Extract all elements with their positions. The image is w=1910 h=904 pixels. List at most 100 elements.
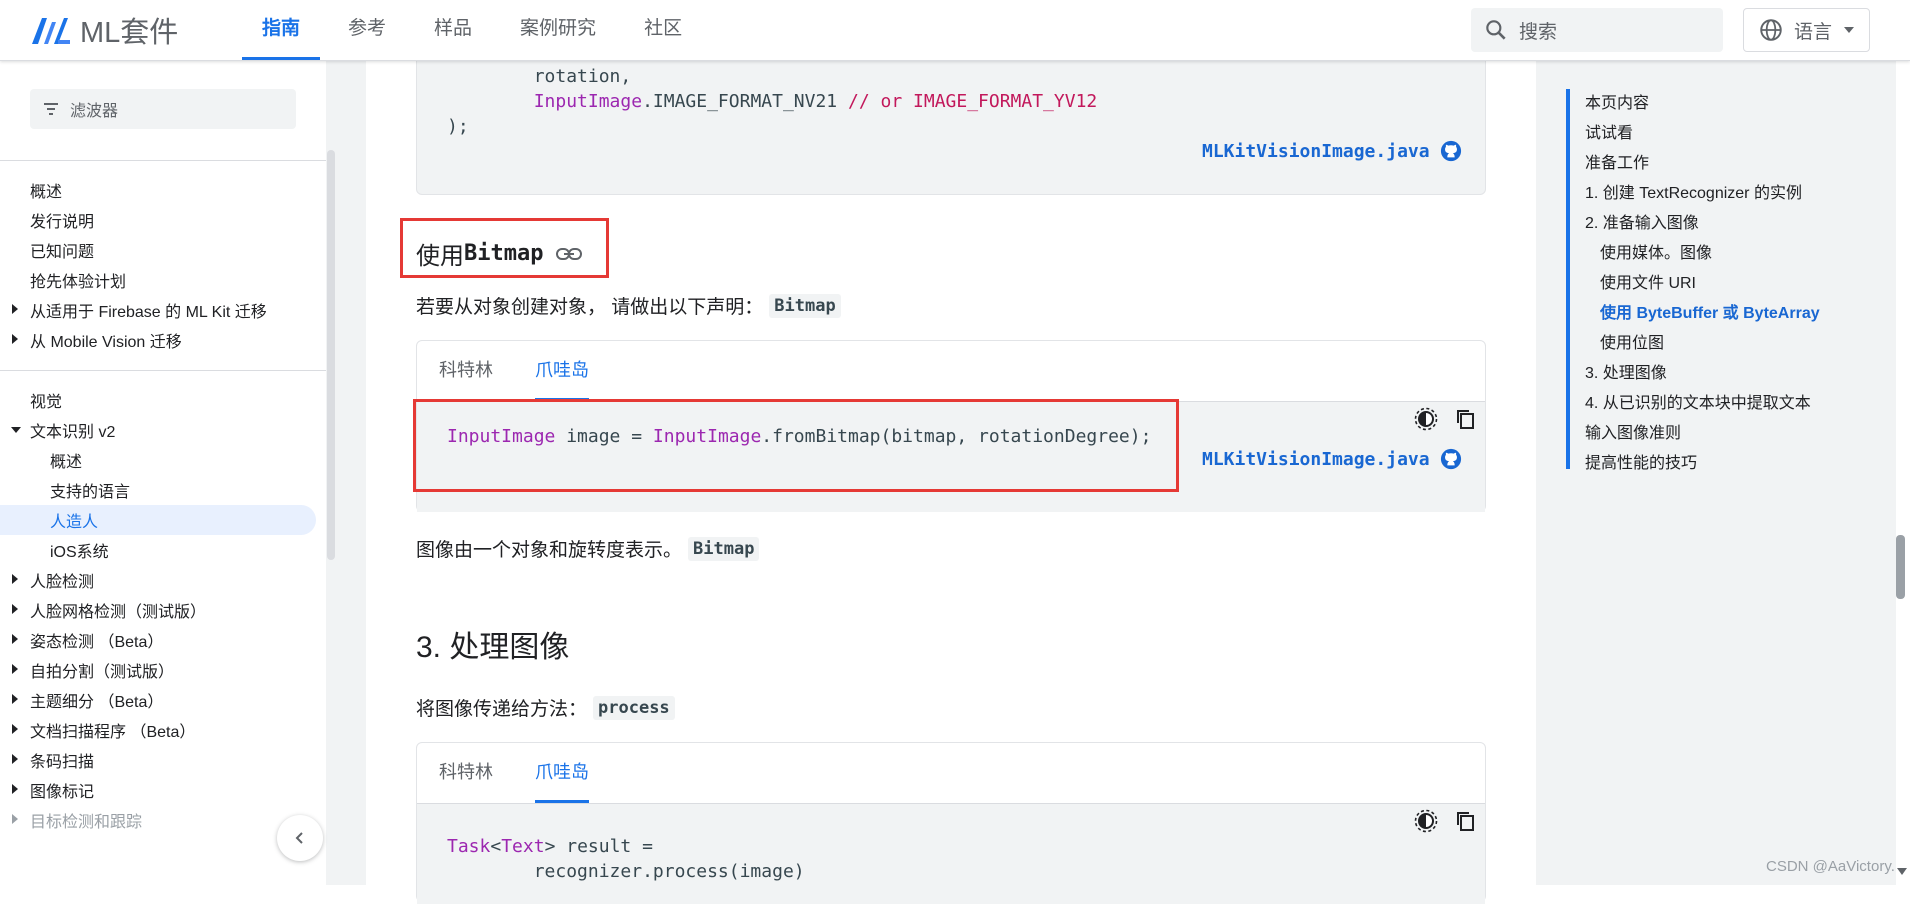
tab-java[interactable]: 爪哇岛 [535, 341, 589, 401]
page-scrollbar-thumb[interactable] [1896, 535, 1905, 599]
code-snippet: Task<Text> result = recognizer.process(i… [447, 834, 805, 884]
toc-item-prepare-input[interactable]: 2. 准备输入图像 [1585, 209, 1699, 233]
source-link[interactable]: MLKitVisionImage.java [1202, 140, 1462, 162]
sidebar-item-barcode-scanning[interactable]: 条码扫描 [0, 745, 316, 775]
theme-toggle-button[interactable] [1413, 406, 1439, 432]
theme-toggle-button[interactable] [1413, 808, 1439, 834]
code-body: Task<Text> result = recognizer.process(i… [417, 804, 1485, 904]
sidebar-item-label: 文档扫描程序 （Beta） [30, 724, 196, 741]
code-token-keyword: Task [447, 836, 491, 857]
nav-samples[interactable]: 样品 [414, 0, 492, 60]
expand-arrow-icon [12, 304, 18, 314]
toc-item-input-guidelines[interactable]: 输入图像准则 [1585, 419, 1681, 443]
sidebar-item-tr-overview[interactable]: 概述 [0, 445, 316, 475]
toc-item-create-recognizer[interactable]: 1. 创建 TextRecognizer 的实例 [1585, 179, 1802, 203]
sidebar-item-face-detection[interactable]: 人脸检测 [0, 565, 316, 595]
tab-java[interactable]: 爪哇岛 [535, 743, 589, 803]
section-heading-process-image: 3. 处理图像 [416, 631, 570, 664]
toc-item-extract-text[interactable]: 4. 从已识别的文本块中提取文本 [1585, 389, 1811, 413]
language-tabs: 科特林 爪哇岛 [417, 743, 1485, 803]
sidebar-item-label: 主题细分 （Beta） [30, 694, 164, 711]
code-token-comment: // or [847, 91, 914, 112]
sidebar-item-label: 目标检测和跟踪 [30, 814, 143, 831]
toc-item-performance-tips[interactable]: 提高性能的技巧 [1585, 449, 1697, 473]
sidebar-item-label: 从适用于 Firebase 的 ML Kit 迁移 [30, 304, 267, 321]
language-selector[interactable]: 语言 [1743, 8, 1870, 52]
sidebar-item-selfie-segmentation[interactable]: 自拍分割（测试版） [0, 655, 316, 685]
paragraph-text: 图像由一个对象和旋转度表示。 [416, 540, 683, 561]
paragraph-text: 将图像传递给方法： [416, 699, 588, 720]
code-token: > result = [544, 836, 653, 857]
dark-mode-icon [1414, 407, 1438, 431]
toc-item-process-image[interactable]: 3. 处理图像 [1585, 359, 1667, 383]
sidebar-item-tr-languages[interactable]: 支持的语言 [0, 475, 316, 505]
sidebar-item-known-issues[interactable]: 已知问题 [0, 235, 316, 265]
top-nav: 指南 参考 样品 案例研究 社区 [242, 0, 710, 60]
sidebar-item-label: 概述 [50, 454, 83, 471]
sidebar-item-label: 条码扫描 [30, 754, 95, 771]
filter-input[interactable]: 滤波器 [30, 89, 296, 129]
sidebar-item-object-detection[interactable]: 目标检测和跟踪 [0, 805, 316, 835]
ml-kit-logo-icon [32, 18, 70, 44]
toc-item-before-you-begin[interactable]: 准备工作 [1585, 149, 1649, 173]
sidebar-scrollbar-thumb[interactable] [327, 150, 335, 560]
copy-icon [1457, 410, 1474, 429]
nav-guides[interactable]: 指南 [242, 0, 321, 60]
sidebar-section-vision: 视觉 [0, 385, 316, 415]
code-block-media-image: rotation, InputImage.IMAGE_FORMAT_NV21 /… [416, 40, 1486, 195]
copy-code-button[interactable] [1453, 406, 1479, 432]
sidebar-item-label: 已知问题 [30, 244, 95, 261]
source-link[interactable]: MLKitVisionImage.java [1202, 448, 1462, 470]
expand-arrow-icon [12, 334, 18, 344]
search-icon [1486, 20, 1506, 40]
sidebar-item-subject-segmentation[interactable]: 主题细分 （Beta） [0, 685, 316, 715]
copy-code-button[interactable] [1453, 808, 1479, 834]
toc-item-bytebuffer[interactable]: 使用 ByteBuffer 或 ByteArray [1600, 299, 1820, 323]
sidebar-item-release-notes[interactable]: 发行说明 [0, 205, 316, 235]
left-sidebar: 滤波器 概述 发行说明 已知问题 抢先体验计划 从适用于 Firebase 的 … [0, 61, 326, 885]
sidebar-item-label: 文本识别 v2 [30, 424, 116, 441]
expand-arrow-icon [12, 664, 18, 674]
code-token-keyword: InputImage [447, 91, 643, 112]
github-icon [1440, 448, 1461, 470]
nav-reference[interactable]: 参考 [328, 0, 406, 60]
sidebar-item-label: 抢先体验计划 [30, 274, 127, 291]
paragraph-bitmap-note: 图像由一个对象和旋转度表示。 Bitmap [416, 535, 760, 562]
scroll-down-arrow-icon[interactable] [1897, 868, 1907, 875]
toc-item-file-uri[interactable]: 使用文件 URI [1600, 269, 1696, 293]
code-token-comment: IMAGE_FORMAT_YV12 [913, 91, 1098, 112]
sidebar-item-image-labeling[interactable]: 图像标记 [0, 775, 316, 805]
sidebar-item-document-scanner[interactable]: 文档扫描程序 （Beta） [0, 715, 316, 745]
sidebar-item-tr-android[interactable]: 人造人 [0, 505, 316, 535]
nav-community[interactable]: 社区 [624, 0, 702, 60]
sidebar-item-tr-ios[interactable]: iOS系统 [0, 535, 316, 565]
paragraph-bitmap-intro: 若要从对象创建对象， 请做出以下声明： Bitmap [416, 292, 841, 319]
expand-arrow-icon [12, 574, 18, 584]
nav-case-studies[interactable]: 案例研究 [500, 0, 616, 60]
toc-item-bitmap[interactable]: 使用位图 [1600, 329, 1664, 353]
logo-text: ML套件 [80, 17, 179, 49]
collapse-sidebar-button[interactable] [277, 815, 323, 861]
toc-item-try-it[interactable]: 试试看 [1585, 119, 1633, 143]
toc-item-media-image[interactable]: 使用媒体。图像 [1600, 239, 1712, 263]
sidebar-item-face-mesh[interactable]: 人脸网格检测（测试版） [0, 595, 316, 625]
sidebar-item-early-access[interactable]: 抢先体验计划 [0, 265, 316, 295]
highlight-box-heading [400, 218, 609, 278]
expand-arrow-icon [12, 724, 18, 734]
toc-indicator [1566, 89, 1570, 469]
watermark-text: CSDN @AaVictory. [1766, 858, 1895, 875]
code-line: rotation, [447, 66, 632, 87]
tab-kotlin[interactable]: 科特林 [439, 341, 493, 401]
expand-arrow-icon [12, 784, 18, 794]
paragraph-text: 若要从对象创建对象， 请做出以下声明： [416, 297, 764, 318]
sidebar-item-overview[interactable]: 概述 [0, 175, 316, 205]
logo[interactable]: ML套件 [30, 14, 178, 49]
tab-kotlin[interactable]: 科特林 [439, 743, 493, 803]
sidebar-item-text-recognition[interactable]: 文本识别 v2 [0, 415, 316, 445]
sidebar-divider [0, 370, 326, 371]
sidebar-item-label: 自拍分割（测试版） [30, 664, 175, 681]
search-box[interactable]: 搜索 [1471, 8, 1723, 52]
sidebar-item-migrate-firebase[interactable]: 从适用于 Firebase 的 ML Kit 迁移 [0, 295, 316, 325]
sidebar-item-pose-detection[interactable]: 姿态检测 （Beta） [0, 625, 316, 655]
sidebar-item-migrate-mobile-vision[interactable]: 从 Mobile Vision 迁移 [0, 325, 316, 355]
